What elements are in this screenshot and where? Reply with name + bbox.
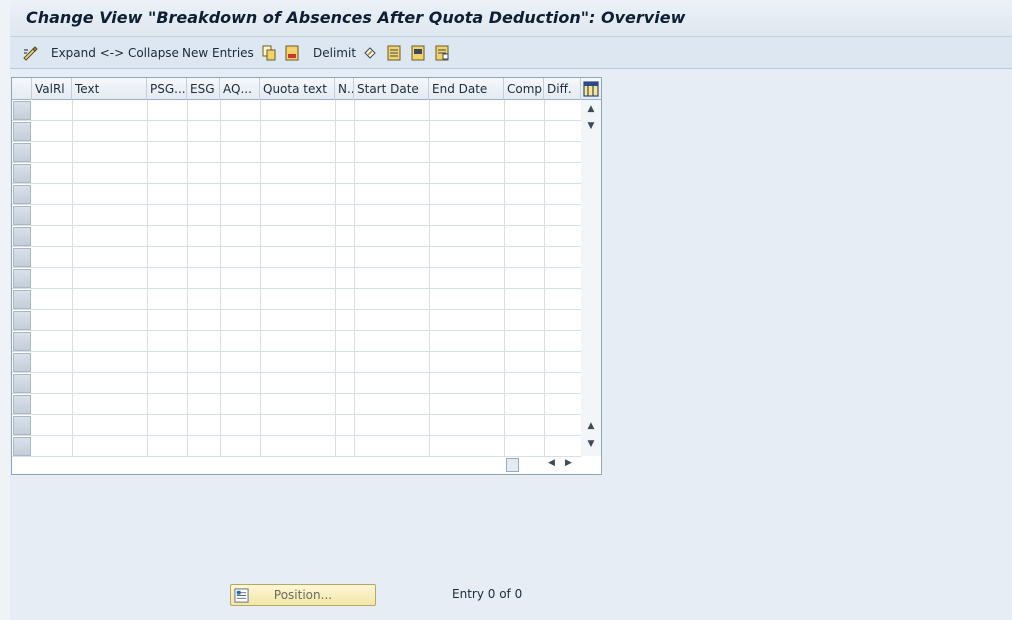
entries-table: ValRl Text PSG... ESG AQ... Quota text N… bbox=[11, 77, 602, 475]
horizontal-scroll-thumb[interactable] bbox=[506, 458, 519, 472]
horizontal-scrollbar[interactable]: ◀ ▶ bbox=[504, 456, 581, 474]
undo-icon[interactable] bbox=[362, 45, 378, 61]
row-selector[interactable] bbox=[13, 122, 31, 141]
new-entries-button[interactable]: New Entries bbox=[182, 37, 254, 69]
column-header-psg[interactable]: PSG... bbox=[147, 78, 187, 100]
column-divider bbox=[429, 100, 430, 456]
display-change-icon[interactable] bbox=[22, 45, 38, 61]
column-divider bbox=[354, 100, 355, 456]
row-selector[interactable] bbox=[13, 164, 31, 183]
table-row[interactable] bbox=[12, 163, 581, 184]
table-row[interactable] bbox=[12, 205, 581, 226]
column-divider bbox=[335, 100, 336, 456]
row-selector[interactable] bbox=[13, 248, 31, 267]
copy-icon[interactable] bbox=[261, 45, 277, 61]
scroll-page-down-icon[interactable]: ▼ bbox=[585, 120, 597, 132]
table-row[interactable] bbox=[12, 247, 581, 268]
row-selector[interactable] bbox=[13, 311, 31, 330]
table-row[interactable] bbox=[12, 142, 581, 163]
row-selector[interactable] bbox=[13, 374, 31, 393]
delimit-button[interactable]: Delimit bbox=[313, 37, 356, 69]
table-row[interactable] bbox=[12, 394, 581, 415]
table-row[interactable] bbox=[12, 415, 581, 436]
column-divider bbox=[220, 100, 221, 456]
column-header-aq[interactable]: AQ... bbox=[220, 78, 260, 100]
column-divider bbox=[72, 100, 73, 456]
row-selector[interactable] bbox=[13, 332, 31, 351]
column-header-valrl[interactable]: ValRl bbox=[32, 78, 72, 100]
page-title: Change View "Breakdown of Absences After… bbox=[26, 8, 686, 27]
row-selector[interactable] bbox=[13, 290, 31, 309]
table-header: ValRl Text PSG... ESG AQ... Quota text N… bbox=[12, 78, 601, 100]
vertical-scrollbar[interactable]: ▲ ▼ ▲ ▼ bbox=[581, 100, 601, 456]
expand-collapse-button[interactable]: Expand <-> Collapse bbox=[51, 37, 179, 69]
horizontal-scroll-track[interactable] bbox=[519, 458, 543, 472]
table-row[interactable] bbox=[12, 184, 581, 205]
row-selector[interactable] bbox=[13, 269, 31, 288]
table-settings-icon[interactable] bbox=[583, 81, 599, 97]
scroll-left-icon[interactable]: ◀ bbox=[548, 458, 555, 468]
application-toolbar: Expand <-> Collapse New Entries Delimit bbox=[10, 37, 1012, 69]
column-divider bbox=[544, 100, 545, 456]
entry-count: Entry 0 of 0 bbox=[452, 587, 523, 601]
row-selector[interactable] bbox=[13, 185, 31, 204]
row-selector[interactable] bbox=[13, 206, 31, 225]
table-row[interactable] bbox=[12, 100, 581, 121]
table-row[interactable] bbox=[12, 436, 581, 457]
title-bar: Change View "Breakdown of Absences After… bbox=[10, 0, 1012, 37]
row-selector[interactable] bbox=[13, 416, 31, 435]
select-block-icon[interactable] bbox=[410, 45, 426, 61]
position-icon bbox=[234, 588, 249, 603]
row-selector[interactable] bbox=[13, 353, 31, 372]
position-button-label: Position... bbox=[273, 588, 333, 602]
select-all-icon[interactable] bbox=[386, 45, 402, 61]
column-header-text[interactable]: Text bbox=[72, 78, 147, 100]
scroll-right-icon[interactable]: ▶ bbox=[565, 458, 572, 468]
scroll-page-up-icon[interactable]: ▲ bbox=[585, 103, 597, 115]
row-selector[interactable] bbox=[13, 437, 31, 456]
row-selector[interactable] bbox=[13, 227, 31, 246]
scroll-down-icon[interactable]: ▼ bbox=[585, 438, 597, 450]
table-row[interactable] bbox=[12, 268, 581, 289]
table-row[interactable] bbox=[12, 310, 581, 331]
column-divider bbox=[147, 100, 148, 456]
deselect-all-icon[interactable] bbox=[434, 45, 450, 61]
column-header-esg[interactable]: ESG bbox=[187, 78, 220, 100]
table-row[interactable] bbox=[12, 226, 581, 247]
delete-icon[interactable] bbox=[284, 45, 300, 61]
column-header-comp[interactable]: Comp. bbox=[504, 78, 544, 100]
table-row[interactable] bbox=[12, 121, 581, 142]
column-header-start-date[interactable]: Start Date bbox=[354, 78, 429, 100]
table-row[interactable] bbox=[12, 373, 581, 394]
row-selector[interactable] bbox=[13, 143, 31, 162]
column-header-n[interactable]: N.. bbox=[335, 78, 354, 100]
column-divider bbox=[187, 100, 188, 456]
column-header-diff[interactable]: Diff. bbox=[544, 78, 581, 100]
row-selector[interactable] bbox=[13, 395, 31, 414]
scroll-up-icon[interactable]: ▲ bbox=[585, 420, 597, 432]
column-header-end-date[interactable]: End Date bbox=[429, 78, 504, 100]
table-row[interactable] bbox=[12, 352, 581, 373]
select-all-rows-cell[interactable] bbox=[12, 78, 32, 100]
column-divider bbox=[504, 100, 505, 456]
left-edge bbox=[0, 0, 10, 620]
table-row[interactable] bbox=[12, 289, 581, 310]
column-divider bbox=[260, 100, 261, 456]
row-selector[interactable] bbox=[13, 101, 31, 120]
position-button[interactable]: Position... bbox=[230, 584, 376, 606]
table-row[interactable] bbox=[12, 331, 581, 352]
column-header-quota-text[interactable]: Quota text bbox=[260, 78, 335, 100]
